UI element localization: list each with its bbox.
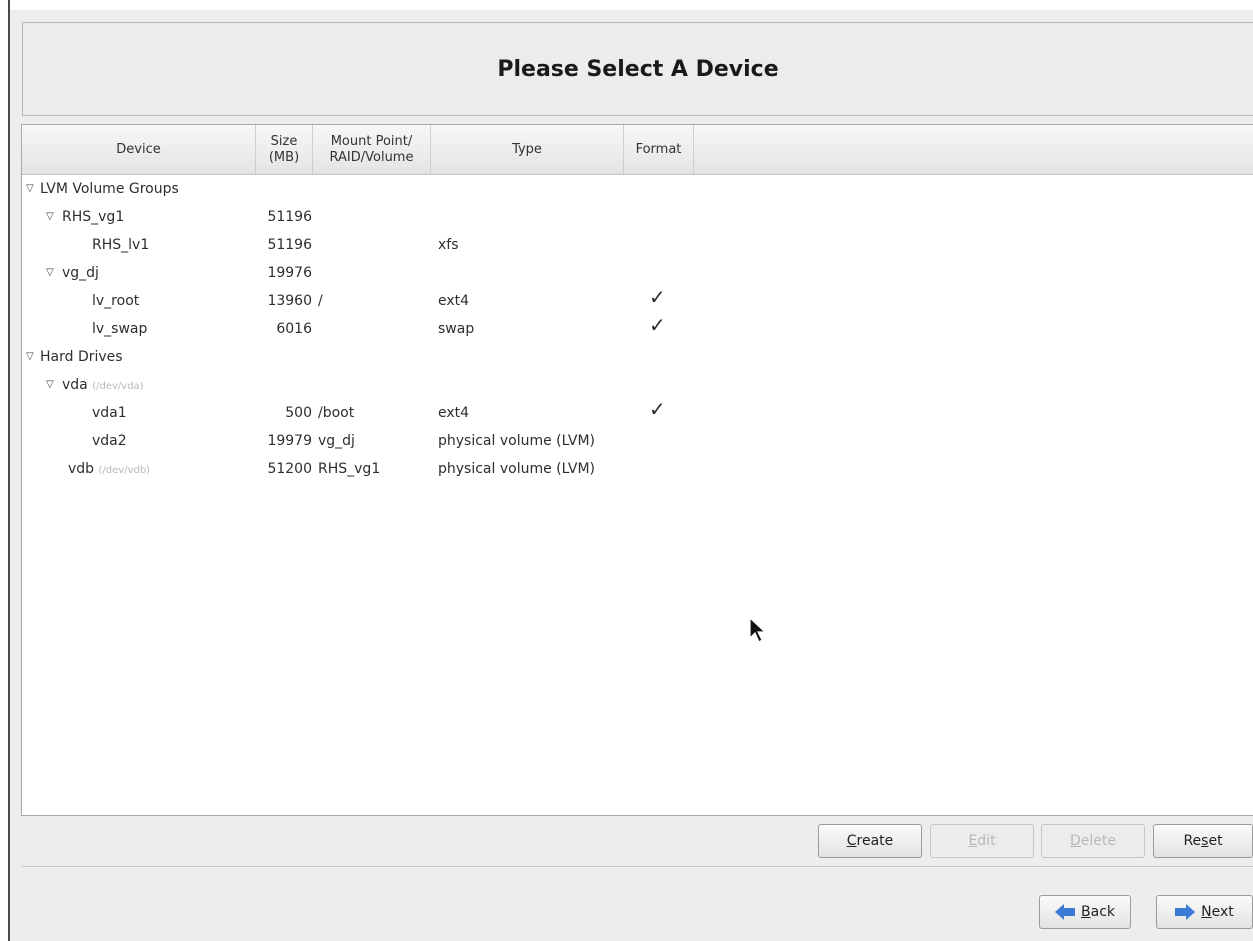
window-left-border <box>0 0 10 941</box>
next-button-label: ext <box>1211 904 1234 920</box>
device-size: 51196 <box>267 209 312 225</box>
device-name: RHS_lv1 <box>92 237 150 253</box>
separator <box>22 866 1253 867</box>
window-top-gap <box>10 0 1253 10</box>
device-name: vda (/dev/vda) <box>62 373 144 399</box>
device-size: 51196 <box>267 237 312 253</box>
mouse-pointer-icon <box>749 617 767 643</box>
device-name: lv_swap <box>92 321 148 337</box>
device-table[interactable]: Device Size (MB) Mount Point/ RAID/Volum… <box>21 124 1253 816</box>
next-button-accel: N <box>1201 904 1212 920</box>
table-row[interactable]: vdb (/dev/vdb) 51200 RHS_vg1 physical vo… <box>22 457 722 481</box>
column-header-type[interactable]: Type <box>431 125 624 174</box>
table-row[interactable]: vda2 19979 vg_dj physical volume (LVM) <box>22 429 722 453</box>
format-check-icon: ✓ <box>649 313 666 337</box>
back-button[interactable]: Back <box>1039 895 1131 929</box>
edit-button-accel: E <box>968 833 978 849</box>
device-name-text: vda <box>62 377 88 393</box>
device-name: LVM Volume Groups <box>40 181 179 197</box>
device-type: physical volume (LVM) <box>438 461 596 477</box>
device-type: swap <box>438 321 475 337</box>
device-size: 51200 <box>267 461 312 477</box>
delete-button[interactable]: Delete <box>1041 824 1145 858</box>
create-button-accel: C <box>846 833 857 849</box>
reset-button-prefix: Re <box>1183 833 1202 849</box>
device-name-text: vdb <box>68 461 95 477</box>
expander-icon[interactable]: ▽ <box>46 261 54 285</box>
delete-button-label: elete <box>1080 833 1116 849</box>
arrow-left-icon <box>1055 904 1075 920</box>
device-name: vg_dj <box>62 265 99 281</box>
device-mount-point: vg_dj <box>318 433 355 449</box>
format-check-icon: ✓ <box>649 285 666 309</box>
next-button[interactable]: Next <box>1156 895 1253 929</box>
page-header: Please Select A Device <box>22 22 1253 116</box>
device-name: vda2 <box>92 433 127 449</box>
delete-button-accel: D <box>1070 833 1081 849</box>
device-name: RHS_vg1 <box>62 209 125 225</box>
edit-button-label: dit <box>977 833 996 849</box>
device-mount-point: / <box>318 293 323 309</box>
device-type: xfs <box>438 237 459 253</box>
device-size: 6016 <box>276 321 312 337</box>
table-row[interactable]: RHS_lv1 51196 xfs <box>22 233 722 257</box>
reset-button-label: et <box>1208 833 1223 849</box>
device-size: 500 <box>285 405 312 421</box>
device-name: vdb (/dev/vdb) <box>68 457 150 483</box>
table-row[interactable]: ▽ RHS_vg1 51196 <box>22 205 722 229</box>
column-header-format[interactable]: Format <box>624 125 694 174</box>
device-name: Hard Drives <box>40 349 123 365</box>
page-title: Please Select A Device <box>497 56 779 82</box>
back-button-label: ack <box>1090 904 1115 920</box>
table-row[interactable]: ▽ Hard Drives <box>22 345 722 369</box>
column-header-mount-point[interactable]: Mount Point/ RAID/Volume <box>313 125 431 174</box>
table-row[interactable]: vda1 500 /boot ext4 ✓ <box>22 397 722 425</box>
create-button-label: reate <box>856 833 894 849</box>
create-button[interactable]: Create <box>818 824 922 858</box>
device-size: 13960 <box>267 293 312 309</box>
table-header: Device Size (MB) Mount Point/ RAID/Volum… <box>22 125 1253 175</box>
column-header-size[interactable]: Size (MB) <box>256 125 313 174</box>
table-row[interactable]: lv_swap 6016 swap ✓ <box>22 313 722 341</box>
device-mount-point: RHS_vg1 <box>318 461 381 477</box>
device-name: vda1 <box>92 405 127 421</box>
device-size: 19979 <box>267 433 312 449</box>
device-type: ext4 <box>438 293 470 309</box>
expander-icon[interactable]: ▽ <box>46 373 54 397</box>
device-size: 19976 <box>267 265 312 281</box>
table-row[interactable]: lv_root 13960 / ext4 ✓ <box>22 285 722 313</box>
expander-icon[interactable]: ▽ <box>26 177 34 201</box>
expander-icon[interactable]: ▽ <box>26 345 34 369</box>
arrow-right-icon <box>1175 904 1196 920</box>
device-type: physical volume (LVM) <box>438 433 596 449</box>
table-row[interactable]: ▽ vda (/dev/vda) <box>22 373 722 397</box>
format-check-icon: ✓ <box>649 397 666 421</box>
device-type: ext4 <box>438 405 470 421</box>
device-mount-point: /boot <box>318 405 355 421</box>
table-row[interactable]: ▽ LVM Volume Groups <box>22 177 722 201</box>
expander-icon[interactable]: ▽ <box>46 205 54 229</box>
back-button-accel: B <box>1081 904 1091 920</box>
device-path: (/dev/vda) <box>92 381 144 392</box>
edit-button[interactable]: Edit <box>930 824 1034 858</box>
reset-button[interactable]: Reset <box>1153 824 1253 858</box>
column-header-device[interactable]: Device <box>22 125 256 174</box>
device-name: lv_root <box>92 293 140 309</box>
device-path: (/dev/vdb) <box>98 465 151 476</box>
table-row[interactable]: ▽ vg_dj 19976 <box>22 261 722 285</box>
